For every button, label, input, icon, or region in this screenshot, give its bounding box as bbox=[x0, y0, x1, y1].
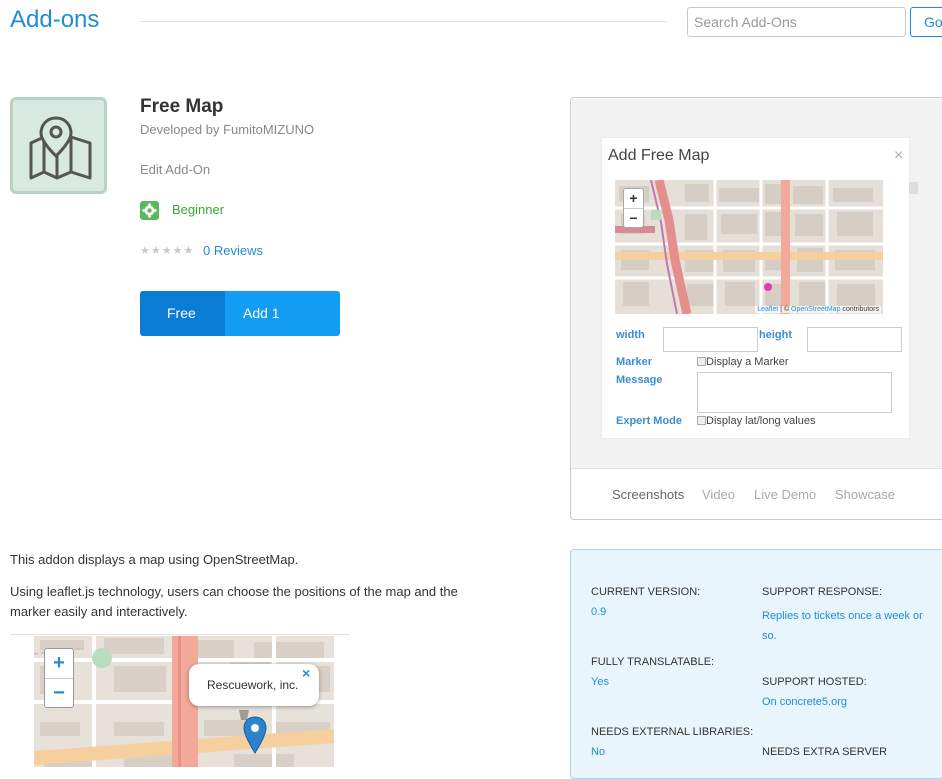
current-version-label: CURRENT VERSION: bbox=[591, 586, 701, 598]
marker-option: Display a Marker bbox=[706, 356, 789, 368]
expert-option: Display lat/long values bbox=[706, 415, 816, 427]
header-divider bbox=[140, 21, 667, 22]
page-title[interactable]: Add-ons bbox=[10, 6, 99, 34]
gear-icon bbox=[140, 201, 159, 220]
dialog-scrollbar bbox=[909, 182, 918, 194]
needs-external-libraries-label: NEEDS EXTERNAL LIBRARIES: bbox=[591, 726, 754, 738]
height-field bbox=[807, 327, 902, 352]
search-input[interactable] bbox=[687, 7, 906, 37]
fully-translatable-value: Yes bbox=[591, 676, 609, 688]
developer-name[interactable]: Developed by FumitoMIZUNO bbox=[140, 122, 314, 137]
screenshot-panel: Add Free Map × + − Leaflet | © OpenStree… bbox=[570, 97, 942, 520]
map-zoom-control: + − bbox=[623, 188, 644, 228]
addon-details: CURRENT VERSION: 0.9 SUPPORT RESPONSE: R… bbox=[570, 549, 942, 779]
popup-text: Rescuework, inc. bbox=[207, 678, 299, 692]
message-field bbox=[697, 372, 892, 413]
support-hosted-value[interactable]: On concrete5.org bbox=[762, 696, 847, 708]
tabs-divider bbox=[571, 468, 942, 469]
reviews-link[interactable]: 0 Reviews bbox=[203, 243, 263, 258]
addon-name: Free Map bbox=[140, 96, 224, 117]
add-label: Add 1 bbox=[225, 291, 340, 336]
map-marker-icon[interactable] bbox=[243, 716, 267, 754]
add-to-cart-button[interactable]: Free Add 1 bbox=[140, 291, 340, 336]
edit-addon-link[interactable]: Edit Add-On bbox=[140, 162, 210, 177]
map-zoom-control: + − bbox=[44, 648, 74, 708]
street-map-graphic bbox=[615, 180, 883, 314]
go-button[interactable]: Go bbox=[910, 7, 942, 37]
tab-showcase[interactable]: Showcase bbox=[835, 487, 895, 502]
expert-checkbox bbox=[697, 416, 706, 425]
description-paragraph: This addon displays a map using OpenStre… bbox=[10, 552, 299, 567]
skill-level: Beginner bbox=[172, 202, 225, 217]
marker-label: Marker bbox=[616, 356, 653, 368]
content-divider bbox=[10, 634, 350, 635]
zoom-in-button: + bbox=[629, 190, 638, 206]
marker-checkbox bbox=[697, 357, 706, 366]
tab-screenshots[interactable]: Screenshots bbox=[612, 487, 684, 502]
needs-extra-server-label: NEEDS EXTRA SERVER bbox=[762, 746, 888, 758]
width-field bbox=[663, 327, 758, 352]
screenshot-dialog: Add Free Map × + − Leaflet | © OpenStree… bbox=[602, 138, 918, 438]
fully-translatable-label: FULLY TRANSLATABLE: bbox=[591, 656, 715, 668]
map-pin-icon bbox=[29, 116, 92, 180]
addon-icon bbox=[10, 97, 107, 194]
dialog-map: + − Leaflet | © OpenStreetMap contributo… bbox=[615, 180, 883, 314]
needs-external-libraries-value: No bbox=[591, 746, 606, 758]
zoom-in-button[interactable]: + bbox=[45, 649, 73, 678]
demo-map-image: + − Rescuework, inc. × bbox=[34, 636, 334, 767]
zoom-out-button: − bbox=[624, 208, 643, 227]
dialog-title: Add Free Map bbox=[608, 147, 710, 164]
map-popup: Rescuework, inc. × bbox=[189, 664, 319, 706]
tab-video[interactable]: Video bbox=[702, 487, 735, 502]
height-label: height bbox=[759, 329, 792, 341]
close-icon[interactable]: × bbox=[302, 665, 310, 681]
rating-stars: ★★★★★ bbox=[140, 245, 195, 257]
tab-live-demo[interactable]: Live Demo bbox=[754, 487, 816, 502]
support-hosted-label: SUPPORT HOSTED: bbox=[762, 676, 867, 688]
current-version-value: 0.9 bbox=[591, 606, 607, 618]
price-label: Free bbox=[140, 291, 225, 336]
support-response-value: Replies to tickets once a week or so. bbox=[762, 610, 923, 642]
width-label: width bbox=[616, 329, 645, 341]
description-paragraph: Using leaflet.js technology, users can c… bbox=[10, 584, 458, 619]
map-attribution: Leaflet | © OpenStreetMap contributors bbox=[755, 306, 881, 313]
expert-label: Expert Mode bbox=[616, 415, 683, 427]
close-icon: × bbox=[894, 147, 904, 164]
support-response-label: SUPPORT RESPONSE: bbox=[762, 586, 883, 598]
zoom-out-button[interactable]: − bbox=[45, 678, 73, 707]
message-label: Message bbox=[616, 374, 663, 386]
